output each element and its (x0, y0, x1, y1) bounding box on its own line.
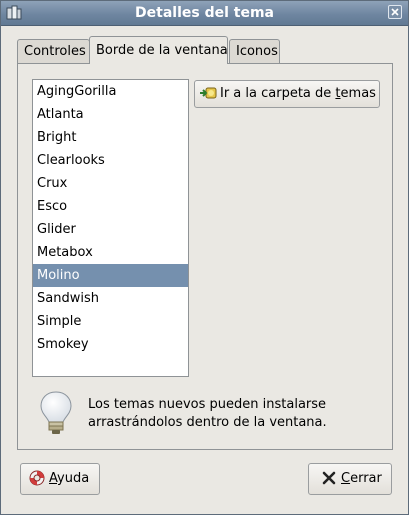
theme-list-item[interactable]: Clearlooks (33, 149, 188, 172)
tab-iconos[interactable]: Iconos (229, 39, 280, 63)
folder-button-label-pre: Ir a la carpeta de (220, 86, 336, 101)
theme-list-item[interactable]: Esco (33, 195, 188, 218)
folder-button-label-post: emas (340, 86, 376, 101)
theme-list-item[interactable]: Simple (33, 310, 188, 333)
theme-list-item[interactable]: Sandwish (33, 287, 188, 310)
close-x-icon (322, 471, 336, 484)
help-label: yuda (57, 471, 90, 486)
window-border-panel: AgingGorilla Atlanta Bright Clearlooks Crux E… (17, 63, 393, 450)
theme-list-item[interactable]: Smokey (33, 333, 188, 356)
open-themes-folder-button[interactable]: Ir a la carpeta de temas (194, 80, 380, 108)
close-icon (391, 8, 399, 16)
window-close-button[interactable] (388, 5, 402, 19)
go-to-folder-icon (200, 87, 217, 98)
lightbulb-icon (40, 391, 72, 434)
title-bar[interactable]: Detalles del tema (1, 1, 408, 26)
theme-list-item[interactable]: Crux (33, 172, 188, 195)
tab-label: Controles (24, 44, 86, 59)
tab-label: Iconos (236, 44, 278, 59)
tab-label: Borde de la ventana (96, 43, 228, 58)
theme-list-item[interactable]: Molino (33, 264, 188, 287)
theme-list-item[interactable]: Metabox (33, 241, 188, 264)
hint-text: Los temas nuevos pueden instalarse arras… (88, 397, 327, 430)
theme-list-item[interactable]: Glider (33, 218, 188, 241)
tab-controles[interactable]: Controles (17, 39, 90, 63)
theme-details-window: Detalles del tema Controles Borde de la … (0, 0, 409, 515)
help-button[interactable]: Ayuda (20, 463, 100, 495)
theme-list-item[interactable]: Atlanta (33, 103, 188, 126)
theme-list[interactable]: AgingGorilla Atlanta Bright Clearlooks Crux E… (32, 79, 189, 377)
close-mnemonic: C (341, 471, 351, 486)
theme-list-item[interactable]: Bright (33, 126, 188, 149)
close-label: errar (350, 471, 382, 486)
window-title: Detalles del tema (135, 5, 274, 21)
help-mnemonic: A (49, 471, 58, 486)
theme-list-item[interactable]: AgingGorilla (33, 80, 188, 103)
help-lifebuoy-icon (29, 470, 45, 485)
tab-borde-ventana[interactable]: Borde de la ventana (89, 36, 228, 64)
close-button[interactable]: Cerrar (308, 463, 392, 495)
